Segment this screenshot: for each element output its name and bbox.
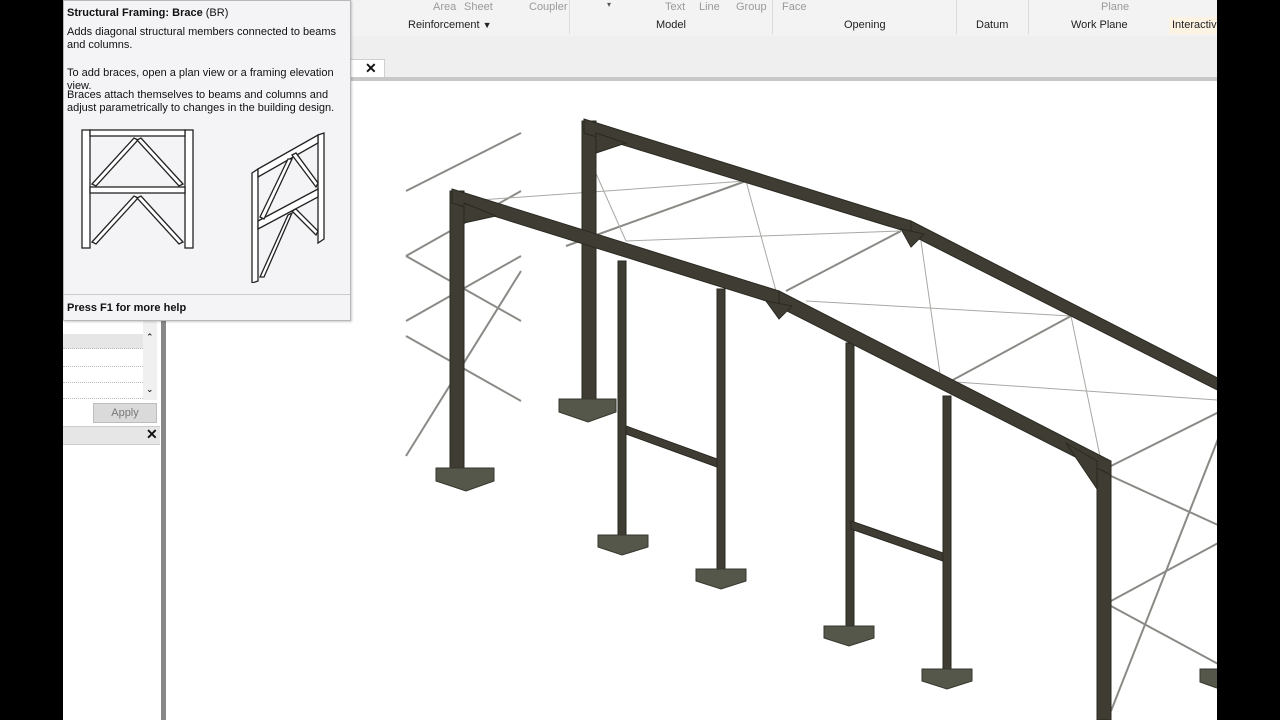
column-footing xyxy=(597,534,649,556)
properties-row[interactable] xyxy=(63,352,143,367)
steel-column xyxy=(581,120,597,407)
steel-column xyxy=(617,260,627,542)
illustration-brace xyxy=(135,195,185,245)
panel-separator xyxy=(956,0,957,34)
brace-elevation-illustration xyxy=(81,129,194,249)
illustration-beam xyxy=(89,186,186,194)
close-view-icon[interactable]: ✕ xyxy=(365,60,377,77)
steel-column xyxy=(845,342,855,632)
tooltip-footer: Press F1 for more help xyxy=(64,294,350,321)
column-footing xyxy=(823,625,875,647)
roof-brace xyxy=(465,180,747,202)
illustration-column xyxy=(251,167,259,283)
illustration-brace xyxy=(90,195,140,245)
steel-rafter xyxy=(910,220,1217,391)
roof-brace xyxy=(1070,315,1102,462)
revit-window: Area Sheet Coupler ▾ Text Line Group Fac… xyxy=(63,0,1217,720)
brace xyxy=(405,132,522,192)
chevron-down-icon: ▼ xyxy=(482,20,492,30)
tooltip-shortcut: (BR) xyxy=(205,7,229,19)
tooltip-detail: Braces attach themselves to beams and co… xyxy=(67,89,335,114)
tooltip-title: Structural Framing: Brace (BR) xyxy=(67,7,228,19)
group-button[interactable]: Group xyxy=(736,1,767,13)
steel-rafter xyxy=(583,118,912,234)
girt xyxy=(625,425,718,468)
model-panel-label: Model xyxy=(656,19,686,31)
interactive-panel-label: Interactive xyxy=(1169,17,1217,34)
reinforcement-panel-label[interactable]: Reinforcement ▼ xyxy=(408,19,492,31)
girt xyxy=(850,520,944,562)
brace xyxy=(1110,411,1217,467)
work-plane-panel-label: Work Plane xyxy=(1071,19,1128,31)
area-button[interactable]: Area xyxy=(433,1,456,13)
illustration-brace xyxy=(135,137,185,187)
illustration-beam xyxy=(89,129,186,137)
opening-panel-label: Opening xyxy=(844,19,886,31)
panel-separator xyxy=(569,0,570,34)
illustration-brace xyxy=(290,208,319,237)
tooltip-title-text: Structural Framing: Brace xyxy=(67,7,203,19)
properties-scrollbar[interactable]: ⌃ ⌄ xyxy=(143,320,157,400)
column-footing xyxy=(921,668,973,690)
illustration-column xyxy=(317,132,325,245)
column-footing xyxy=(435,467,495,492)
illustration-brace xyxy=(90,137,140,187)
column-footing xyxy=(558,398,617,423)
datum-panel-label: Datum xyxy=(976,19,1009,31)
sheet-button[interactable]: Sheet xyxy=(464,1,493,13)
line-button[interactable]: Line xyxy=(699,1,720,13)
brace xyxy=(1110,438,1217,712)
purlin xyxy=(785,230,902,292)
coupler-button[interactable]: Coupler xyxy=(529,1,568,13)
illustration-column xyxy=(81,129,91,249)
face-button[interactable]: Face xyxy=(782,1,806,13)
steel-column xyxy=(716,288,726,575)
panel-separator xyxy=(1028,0,1029,34)
apply-button[interactable]: Apply xyxy=(93,403,157,423)
column-footing xyxy=(1199,668,1217,689)
text-button[interactable]: Text xyxy=(665,1,685,13)
brace-isometric-illustration xyxy=(251,132,325,283)
properties-row[interactable] xyxy=(63,368,143,383)
brace-tooltip: Structural Framing: Brace (BR) Adds diag… xyxy=(63,0,351,321)
illustration-brace xyxy=(291,152,319,189)
steel-column xyxy=(449,190,465,477)
roof-brace xyxy=(920,240,942,382)
tooltip-description: Adds diagonal structural members connect… xyxy=(67,26,337,51)
dropdown-arrow-icon[interactable]: ▾ xyxy=(607,0,611,9)
steel-column xyxy=(1096,460,1112,720)
steel-column xyxy=(942,395,952,680)
purlin xyxy=(950,315,1072,382)
properties-row[interactable] xyxy=(63,384,143,399)
properties-row[interactable] xyxy=(63,334,143,349)
column-footing xyxy=(695,568,747,590)
reinforcement-label: Reinforcement xyxy=(408,19,480,31)
steel-rafter xyxy=(451,188,780,306)
brace xyxy=(1110,542,1217,602)
plane-button[interactable]: Plane xyxy=(1101,1,1129,13)
scroll-down-icon[interactable]: ⌄ xyxy=(146,384,154,395)
help-hint: Press F1 for more help xyxy=(67,302,187,314)
roof-brace xyxy=(805,300,1072,317)
roof-brace xyxy=(625,230,902,242)
illustration-column xyxy=(184,129,194,249)
close-panel-icon[interactable]: ✕ xyxy=(146,426,158,443)
brace xyxy=(1110,605,1217,665)
collapse-up-icon[interactable]: ⌃ xyxy=(146,332,154,343)
panel-separator xyxy=(772,0,773,34)
